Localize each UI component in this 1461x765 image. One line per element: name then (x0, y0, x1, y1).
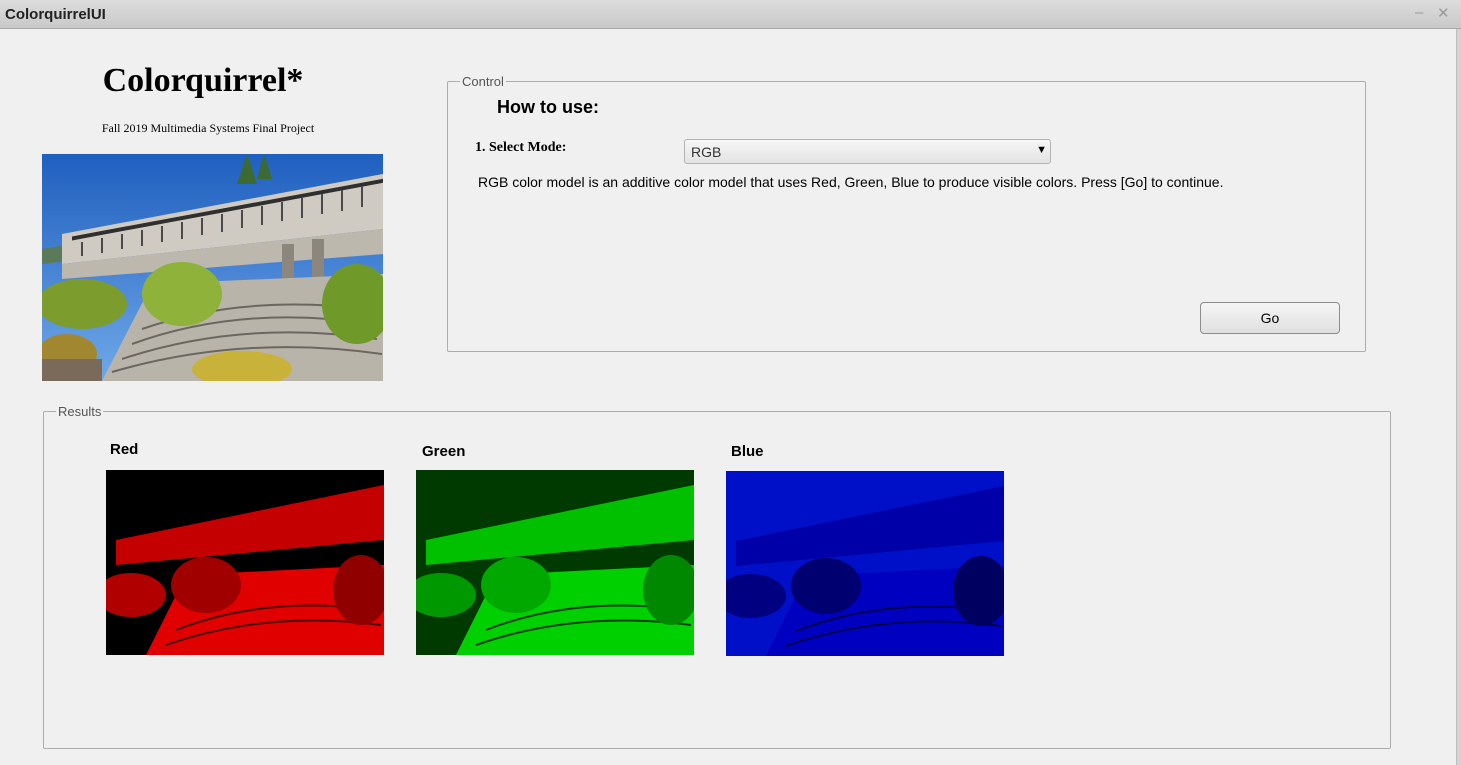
control-panel: Control How to use: 1. Select Mode: RGB … (447, 74, 1366, 352)
how-to-heading: How to use: (497, 97, 599, 117)
mode-select[interactable]: RGB ▼ (684, 139, 1051, 164)
building-photo (42, 154, 383, 381)
green-channel-label: Green (422, 443, 466, 460)
green-channel-image (416, 470, 694, 655)
blue-channel-label: Blue (731, 443, 764, 460)
blue-channel-image (726, 471, 1004, 656)
window-titlebar: ColorquirrelUI – ✕ (0, 0, 1461, 29)
control-legend: Control (460, 74, 506, 89)
app-title: Colorquirrel* (102, 62, 304, 99)
select-mode-label: 1. Select Mode: (475, 140, 567, 155)
go-button[interactable]: Go (1200, 302, 1340, 334)
window-title: ColorquirrelUI (5, 6, 106, 23)
close-icon[interactable]: ✕ (1437, 4, 1450, 22)
red-channel-label: Red (110, 441, 139, 458)
mode-select-value: RGB (691, 144, 722, 160)
results-legend: Results (56, 404, 104, 419)
minimize-icon[interactable]: – (1415, 4, 1423, 21)
red-channel-image (106, 470, 384, 655)
mode-description: RGB color model is an additive color mod… (478, 174, 1224, 190)
dropdown-arrow-icon: ▼ (1036, 144, 1047, 156)
window-border (1456, 29, 1461, 765)
app-subtitle: Fall 2019 Multimedia Systems Final Proje… (101, 121, 315, 135)
